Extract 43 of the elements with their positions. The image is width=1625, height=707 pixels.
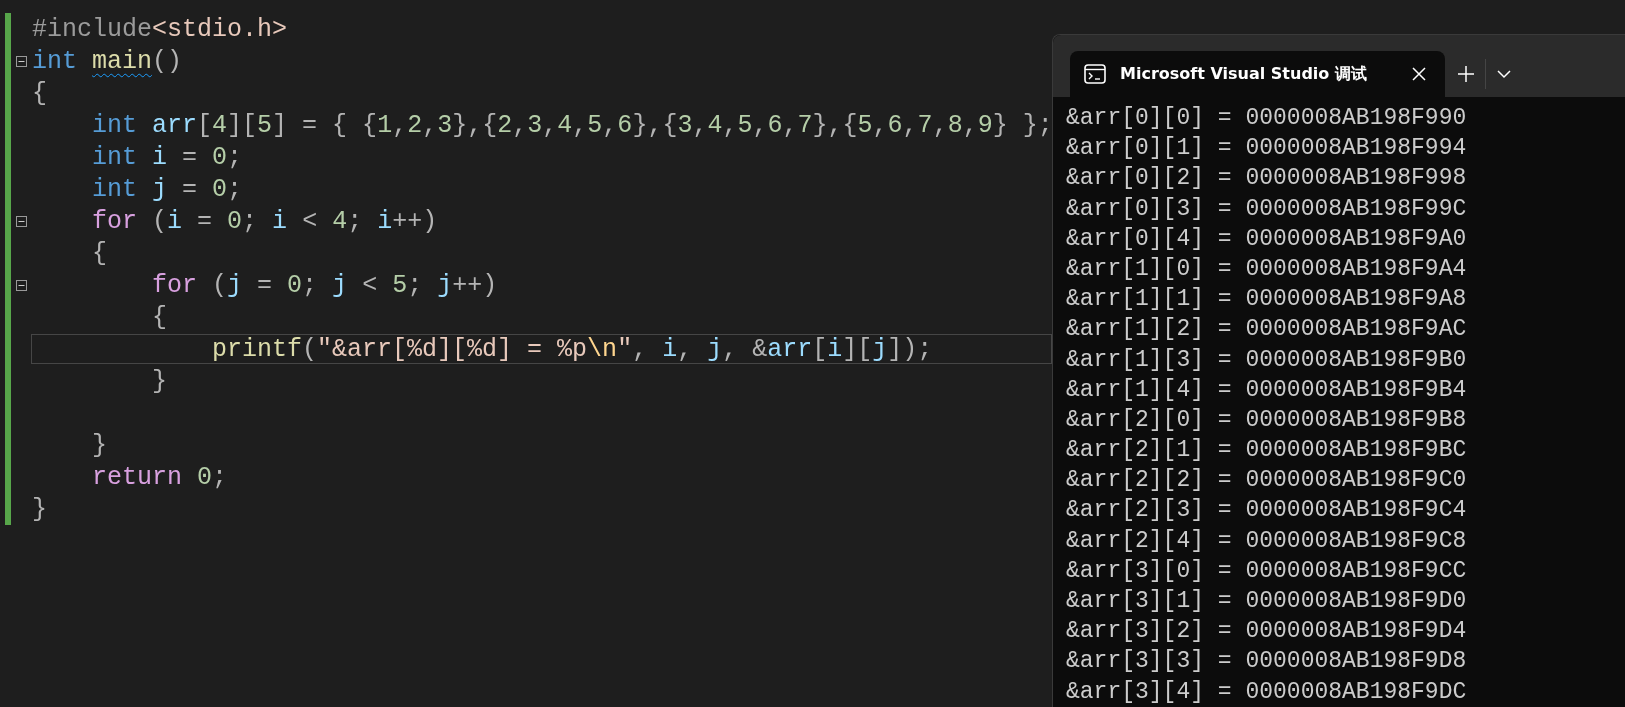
plus-icon: [1457, 65, 1475, 83]
output-line: &arr[0][1] = 0000008AB198F994: [1066, 134, 1468, 164]
code-line: #include<stdio.h>: [31, 14, 289, 44]
collapse-icon[interactable]: [15, 279, 27, 291]
output-line: &arr[3][2] = 0000008AB198F9D4: [1066, 617, 1468, 647]
code-line: }: [91, 430, 108, 460]
output-line: &arr[3][1] = 0000008AB198F9D0: [1066, 587, 1468, 616]
code-line: {: [31, 78, 48, 108]
output-line: &arr[1][0] = 0000008AB198F9A4: [1066, 254, 1468, 284]
output-line: &arr[2][2] = 0000008AB198F9C0: [1066, 466, 1468, 496]
output-line: &arr[3][3] = 0000008AB198F9D8: [1066, 647, 1468, 677]
output-line: &arr[0][3] = 0000008AB198F99C: [1066, 194, 1468, 224]
terminal-tab[interactable]: Microsoft Visual Studio 调试: [1070, 51, 1445, 97]
code-line: }: [31, 494, 48, 524]
chevron-down-icon: [1496, 69, 1512, 79]
output-line: &arr[1][4] = 0000008AB198F9B4: [1066, 375, 1468, 405]
close-icon: [1411, 66, 1427, 82]
output-line: &arr[2][4] = 0000008AB198F9C8: [1066, 526, 1468, 556]
code-line: int arr[4][5] = { {1,2,3},{2,3,4,5,6},{3,4,5,6,7},{5,6,7,8,9} };: [91, 110, 1052, 140]
output-line: &arr[1][3] = 0000008AB198F9B0: [1066, 345, 1468, 375]
output-line: &arr[1][1] = 0000008AB198F9A8: [1066, 285, 1468, 315]
tab-title: Microsoft Visual Studio 调试: [1120, 63, 1368, 85]
code-line: {: [91, 238, 108, 268]
output-line: &arr[3][4] = 0000008AB198F9DC: [1066, 677, 1468, 707]
code-line: int j = 0;: [91, 174, 244, 204]
code-line: for (i = 0; i < 4; i++): [91, 206, 439, 236]
code-line: return 0;: [91, 462, 229, 492]
output-line: &arr[0][2] = 0000008AB198F998: [1066, 164, 1468, 194]
code-line: {: [151, 302, 169, 332]
output-line: &arr[2][1] = 0000008AB198F9BC: [1066, 436, 1468, 466]
terminal-icon: [1084, 63, 1106, 85]
collapse-icon[interactable]: [15, 215, 27, 227]
code-line: int main(): [31, 46, 184, 76]
output-line: &arr[2][3] = 0000008AB198F9C4: [1066, 496, 1468, 526]
output-line: &arr[2][0] = 0000008AB198F9B8: [1066, 405, 1468, 435]
collapse-icon[interactable]: [15, 55, 27, 67]
code-line: }: [151, 366, 169, 396]
code-line: int i = 0;: [91, 142, 244, 172]
output-line: &arr[3][0] = 0000008AB198F9CC: [1066, 556, 1468, 586]
output-line: &arr[1][2] = 0000008AB198F9AC: [1066, 315, 1468, 345]
output-line: &arr[0][4] = 0000008AB198F9A0: [1066, 224, 1468, 254]
output-line: &arr[0][0] = 0000008AB198F990: [1066, 104, 1468, 133]
code-line: for (j = 0; j < 5; j++): [151, 270, 499, 300]
